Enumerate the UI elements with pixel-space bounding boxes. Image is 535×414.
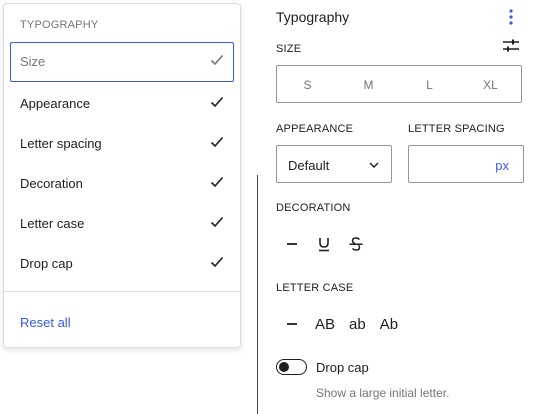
letter-spacing-input[interactable]: px [408,145,524,183]
drop-cap-toggle[interactable] [276,359,307,375]
decoration-none-button[interactable] [276,230,308,258]
letter-case-none-button[interactable] [276,310,308,338]
menu-item-label: Decoration [20,176,83,191]
strikethrough-icon [349,237,363,251]
decoration-underline-button[interactable] [308,230,340,258]
menu-heading: TYPOGRAPHY [20,19,99,31]
menu-divider [4,291,240,292]
menu-item-label: Appearance [20,96,91,111]
check-icon [210,96,224,108]
capitalize-button[interactable]: Ab [373,310,405,338]
check-icon [210,136,224,148]
chevron-down-icon [369,162,379,168]
settings-sliders-icon [503,39,519,52]
check-icon [210,54,224,66]
letter-case-buttons: AB ab Ab [276,310,405,338]
menu-item-drop-cap[interactable]: Drop cap [10,244,234,284]
size-option-xl[interactable]: XL [460,66,521,102]
options-menu-button[interactable] [504,7,518,27]
decoration-buttons [276,230,372,258]
decoration-label: DECORATION [276,202,351,214]
lowercase-button[interactable]: ab [342,310,373,338]
toggle-knob [279,362,289,372]
menu-item-label: Letter case [20,216,85,231]
minus-icon [287,323,297,325]
drop-cap-help: Show a large initial letter. [316,386,450,400]
menu-item-decoration[interactable]: Decoration [10,164,234,204]
appearance-value: Default [288,158,330,173]
minus-icon [287,243,297,245]
appearance-select[interactable]: Default [276,145,392,183]
menu-item-label: Size [20,54,46,69]
check-icon [210,256,224,268]
decoration-strikethrough-button[interactable] [340,230,372,258]
size-option-l[interactable]: L [399,66,460,102]
size-label: SIZE [276,43,302,55]
more-vertical-icon [509,9,513,25]
drop-cap-label: Drop cap [316,360,369,375]
menu-item-appearance[interactable]: Appearance [10,84,234,124]
appearance-label: APPEARANCE [276,123,354,135]
size-option-s[interactable]: S [277,66,338,102]
typography-panel: Typography SIZE S M L XL APPEARANCE LETT… [258,0,535,414]
letter-spacing-label: LETTER SPACING [408,123,505,135]
check-icon [210,216,224,228]
font-size-picker: S M L XL [276,65,522,103]
menu-item-label: Letter spacing [20,136,102,151]
typography-options-menu: TYPOGRAPHY Size Appearance Letter spacin… [3,3,241,348]
menu-item-size[interactable]: Size [10,42,234,82]
menu-item-label: Drop cap [20,256,73,271]
size-option-m[interactable]: M [338,66,399,102]
menu-item-letter-case[interactable]: Letter case [10,204,234,244]
underline-icon [319,238,329,252]
panel-title: Typography [276,9,350,25]
custom-size-button[interactable] [502,38,520,59]
check-icon [210,176,224,188]
uppercase-button[interactable]: AB [308,310,342,338]
menu-item-letter-spacing[interactable]: Letter spacing [10,124,234,164]
letter-case-label: LETTER CASE [276,282,354,294]
reset-all-button[interactable]: Reset all [20,315,71,330]
unit-select[interactable]: px [495,158,509,173]
